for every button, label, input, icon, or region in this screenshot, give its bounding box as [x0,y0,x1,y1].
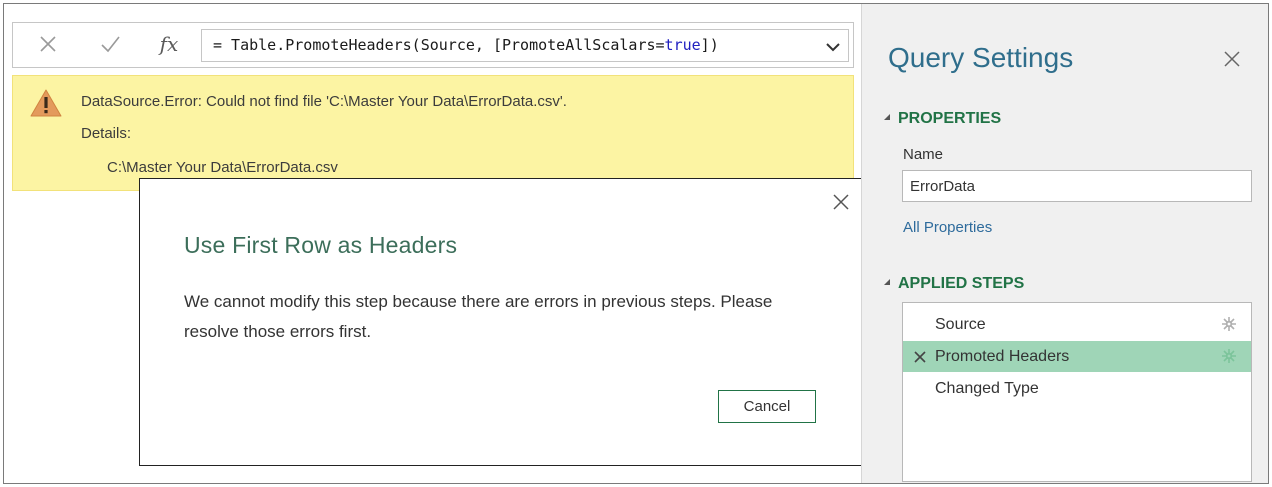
formula-keyword: true [664,36,701,54]
formula-input[interactable]: = Table.PromoteHeaders(Source, [PromoteA… [201,29,849,62]
applied-steps-header-label: APPLIED STEPS [898,275,1025,292]
all-properties-link[interactable]: All Properties [903,219,992,236]
query-settings-panel: Query Settings PROPERTIES Name All Prope… [861,4,1268,483]
collapse-triangle-icon [884,278,890,285]
step-label: Changed Type [935,380,1039,397]
dialog-message: We cannot modify this step because there… [184,292,773,341]
applied-steps-section-header[interactable]: APPLIED STEPS [884,275,1024,293]
use-first-row-dialog: Use First Row as Headers We cannot modif… [139,178,865,466]
error-message: DataSource.Error: Could not find file 'C… [81,93,567,110]
query-name-input[interactable] [902,170,1252,202]
close-icon[interactable] [1221,48,1243,70]
collapse-triangle-icon [884,113,890,120]
formula-bar: fx = Table.PromoteHeaders(Source, [Promo… [12,22,854,68]
cancel-button[interactable]: Cancel [718,390,816,423]
query-settings-title: Query Settings [888,42,1074,73]
step-source[interactable]: Source [903,309,1251,340]
error-x-icon [912,349,928,365]
fx-icon[interactable]: fx [149,29,189,61]
step-label: Source [935,316,986,333]
power-query-editor: fx = Table.PromoteHeaders(Source, [Promo… [3,3,1269,484]
close-icon[interactable] [830,191,852,213]
dialog-title: Use First Row as Headers [184,232,458,258]
error-details-label: Details: [81,125,132,142]
step-changed-type[interactable]: Changed Type [903,373,1251,404]
chevron-down-icon[interactable] [824,38,842,56]
gear-icon[interactable] [1221,316,1237,332]
check-icon[interactable] [97,31,123,57]
formula-prefix: = Table.PromoteHeaders(Source, [PromoteA… [213,36,665,54]
properties-section-header[interactable]: PROPERTIES [884,110,1001,128]
error-details-path: C:\Master Your Data\ErrorData.csv [107,159,338,176]
editor-area: fx = Table.PromoteHeaders(Source, [Promo… [4,4,865,483]
applied-steps-list: Source Promoted Headers Changed Type [902,302,1252,482]
step-promoted-headers[interactable]: Promoted Headers [903,341,1251,372]
properties-header-label: PROPERTIES [898,110,1002,127]
x-icon[interactable] [35,31,61,57]
error-banner: DataSource.Error: Could not find file 'C… [12,75,854,191]
formula-bar-actions: fx [13,23,193,67]
step-label: Promoted Headers [935,348,1070,365]
formula-suffix: ]) [700,36,719,54]
warning-icon [29,88,63,118]
gear-icon[interactable] [1221,348,1237,364]
name-label: Name [903,146,944,163]
